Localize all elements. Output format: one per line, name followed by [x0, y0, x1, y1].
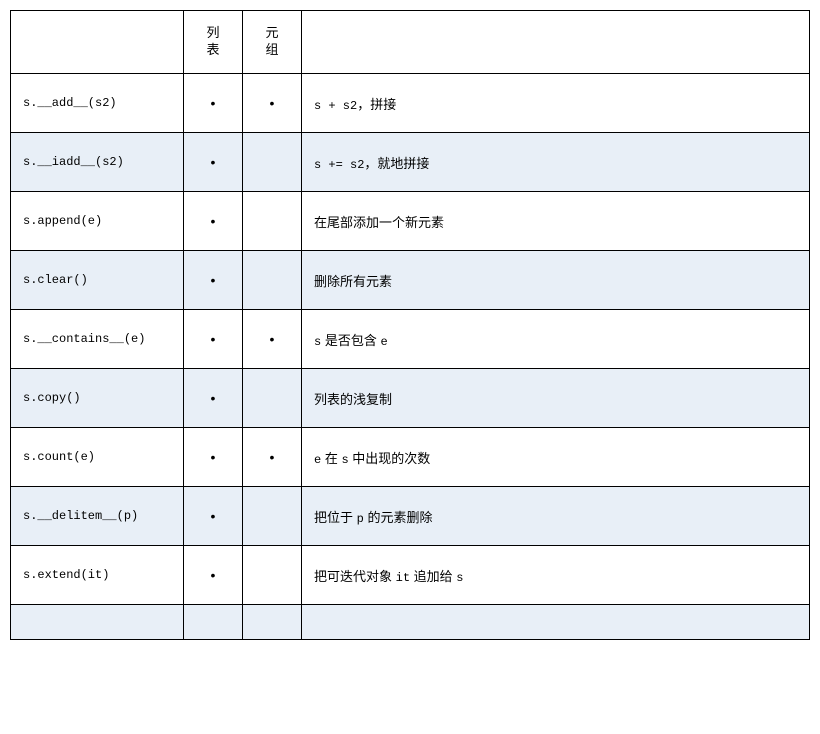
tuple-mark	[243, 487, 302, 546]
header-tuple: 元组	[243, 11, 302, 74]
sequence-methods-table: 列表 元组 s.__add__(s2)••s + s2，拼接s.__iadd__…	[10, 10, 810, 640]
method-cell: s.__delitem__(p)	[11, 487, 184, 546]
list-mark: •	[184, 369, 243, 428]
empty-cell	[184, 605, 243, 640]
tuple-mark	[243, 133, 302, 192]
empty-cell	[11, 605, 184, 640]
description-cell: s += s2，就地拼接	[302, 133, 810, 192]
table-row: s.copy()• 列表的浅复制	[11, 369, 810, 428]
table-row: s.__contains__(e)••s 是否包含 e	[11, 310, 810, 369]
description-cell: 把可迭代对象 it 追加给 s	[302, 546, 810, 605]
method-cell: s.__iadd__(s2)	[11, 133, 184, 192]
description-cell: 列表的浅复制	[302, 369, 810, 428]
table-row: s.count(e)••e 在 s 中出现的次数	[11, 428, 810, 487]
table-row: s.append(e)• 在尾部添加一个新元素	[11, 192, 810, 251]
empty-cell	[243, 605, 302, 640]
method-cell: s.__contains__(e)	[11, 310, 184, 369]
tuple-mark	[243, 251, 302, 310]
tuple-mark: •	[243, 310, 302, 369]
table-row: s.__delitem__(p)• 把位于 p 的元素删除	[11, 487, 810, 546]
description-cell: e 在 s 中出现的次数	[302, 428, 810, 487]
list-mark: •	[184, 487, 243, 546]
list-mark: •	[184, 546, 243, 605]
description-cell: 删除所有元素	[302, 251, 810, 310]
list-mark: •	[184, 428, 243, 487]
list-mark: •	[184, 74, 243, 133]
table-row: s.__add__(s2)••s + s2，拼接	[11, 74, 810, 133]
tuple-mark	[243, 369, 302, 428]
header-method	[11, 11, 184, 74]
list-mark: •	[184, 310, 243, 369]
method-cell: s.__add__(s2)	[11, 74, 184, 133]
method-cell: s.append(e)	[11, 192, 184, 251]
table-row: s.clear()• 删除所有元素	[11, 251, 810, 310]
method-cell: s.count(e)	[11, 428, 184, 487]
empty-cell	[302, 605, 810, 640]
tuple-mark: •	[243, 74, 302, 133]
description-cell: s 是否包含 e	[302, 310, 810, 369]
tuple-mark: •	[243, 428, 302, 487]
list-mark: •	[184, 192, 243, 251]
table-header-row: 列表 元组	[11, 11, 810, 74]
description-cell: 把位于 p 的元素删除	[302, 487, 810, 546]
tuple-mark	[243, 192, 302, 251]
method-cell: s.copy()	[11, 369, 184, 428]
description-cell: 在尾部添加一个新元素	[302, 192, 810, 251]
header-desc	[302, 11, 810, 74]
table-row: s.extend(it)• 把可迭代对象 it 追加给 s	[11, 546, 810, 605]
tuple-mark	[243, 546, 302, 605]
table-row: s.__iadd__(s2)• s += s2，就地拼接	[11, 133, 810, 192]
table-row	[11, 605, 810, 640]
header-list: 列表	[184, 11, 243, 74]
list-mark: •	[184, 251, 243, 310]
method-cell: s.clear()	[11, 251, 184, 310]
description-cell: s + s2，拼接	[302, 74, 810, 133]
method-cell: s.extend(it)	[11, 546, 184, 605]
list-mark: •	[184, 133, 243, 192]
